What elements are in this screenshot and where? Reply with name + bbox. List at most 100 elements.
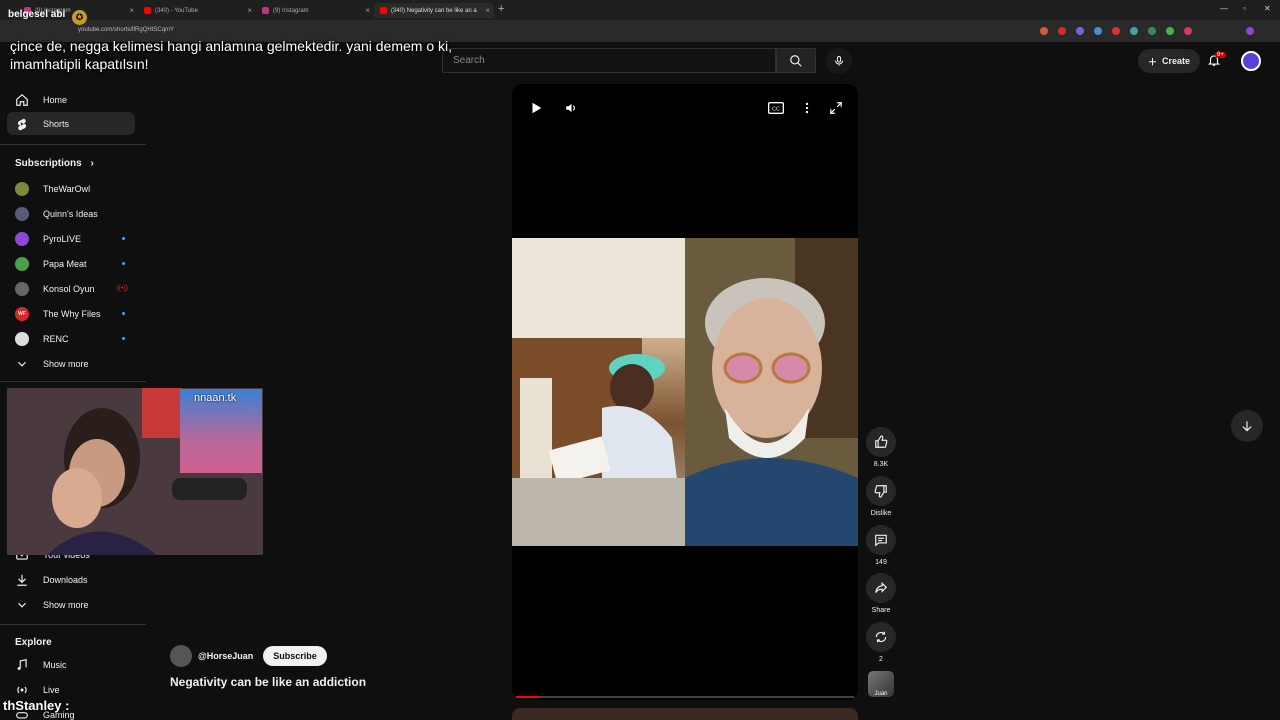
- video-frame-right: [685, 238, 858, 546]
- close-icon[interactable]: ×: [485, 6, 490, 15]
- video-progress-bar[interactable]: [516, 696, 854, 698]
- sound-thumbnail[interactable]: Juan: [866, 671, 896, 697]
- subscribe-button[interactable]: Subscribe: [263, 646, 327, 666]
- sidebar-show-more[interactable]: Show more: [7, 593, 135, 616]
- channel-avatar[interactable]: [170, 645, 192, 667]
- browser-tab-strip: (9) Instagram × (340) - YouTube × (9) In…: [0, 0, 1280, 20]
- instagram-icon: [262, 7, 269, 14]
- minimize-button[interactable]: —: [1220, 4, 1228, 13]
- search-button[interactable]: [776, 48, 816, 73]
- thumbs-up-icon: [875, 435, 888, 448]
- close-icon[interactable]: ×: [365, 6, 370, 15]
- shorts-icon: [17, 118, 27, 130]
- webcam-inset-label: nnaan.tk: [194, 392, 237, 404]
- extension-icon[interactable]: [1058, 27, 1066, 35]
- sidebar-item-subscription[interactable]: TheWarOwl: [7, 177, 135, 200]
- extension-icon[interactable]: [1166, 27, 1174, 35]
- video-scene-left-image: [512, 238, 685, 546]
- extension-icon[interactable]: [1184, 27, 1192, 35]
- share-label: Share: [871, 607, 891, 614]
- badge-icon: ✪: [72, 10, 87, 25]
- plus-icon: ＋: [1148, 56, 1158, 67]
- maximize-button[interactable]: ▫: [1243, 4, 1246, 13]
- search-icon: [790, 54, 802, 67]
- more-vert-icon[interactable]: [800, 101, 814, 115]
- channel-avatar: [15, 331, 29, 346]
- sidebar-item-subscription[interactable]: Papa Meat: [7, 252, 135, 275]
- live-icon: [17, 686, 27, 693]
- sidebar-divider: [0, 144, 146, 145]
- search-input[interactable]: Search: [442, 48, 776, 73]
- profile-icon[interactable]: [1246, 27, 1254, 35]
- sidebar-item-music[interactable]: Music: [7, 653, 135, 676]
- extension-icon[interactable]: [1130, 27, 1138, 35]
- download-icon: [17, 574, 27, 586]
- sidebar-item-downloads[interactable]: Downloads: [7, 568, 135, 591]
- svg-text:CC: CC: [772, 107, 780, 113]
- close-icon[interactable]: ×: [129, 6, 134, 15]
- create-button[interactable]: ＋ Create: [1138, 49, 1201, 73]
- live-indicator-icon: ((•)): [116, 285, 128, 292]
- new-content-dot: [122, 262, 125, 265]
- sidebar-divider: [0, 381, 146, 382]
- comments-action[interactable]: 149: [866, 525, 896, 566]
- captions-icon[interactable]: CC: [768, 101, 784, 115]
- next-short-preview[interactable]: [512, 708, 858, 720]
- dislike-button[interactable]: [866, 476, 896, 506]
- remix-button[interactable]: [866, 622, 896, 652]
- extension-icon[interactable]: [1040, 27, 1048, 35]
- sidebar-item-subscription[interactable]: PyroLIVE: [7, 227, 135, 250]
- remix-count: 2: [879, 656, 883, 663]
- sidebar-show-more[interactable]: Show more: [7, 352, 135, 375]
- short-title[interactable]: Negativity can be like an addiction: [170, 675, 366, 689]
- like-button[interactable]: [866, 427, 896, 457]
- chevron-down-icon: [18, 361, 26, 367]
- extension-icon[interactable]: [1148, 27, 1156, 35]
- explore-heading: Explore: [15, 637, 52, 648]
- fullscreen-icon[interactable]: [829, 101, 843, 115]
- browser-tab[interactable]: (340) - YouTube ×: [138, 3, 256, 18]
- channel-avatar: [15, 231, 29, 246]
- sidebar-item-shorts[interactable]: Shorts: [7, 112, 135, 135]
- sidebar-item-home[interactable]: Home: [7, 88, 135, 111]
- next-video-button[interactable]: [1231, 410, 1263, 442]
- new-content-dot: [122, 337, 125, 340]
- like-action[interactable]: 8.3K: [866, 427, 896, 468]
- audio-thumbnail[interactable]: Juan: [868, 671, 894, 697]
- new-content-dot: [122, 237, 125, 240]
- new-content-dot: [122, 312, 125, 315]
- play-icon[interactable]: [529, 101, 543, 115]
- microphone-icon: [835, 56, 843, 66]
- close-icon[interactable]: ×: [247, 6, 252, 15]
- shorts-player[interactable]: CC: [512, 84, 858, 700]
- remix-action[interactable]: 2: [866, 622, 896, 663]
- browser-tab[interactable]: (9) Instagram ×: [256, 3, 374, 18]
- browser-tab-active[interactable]: (340) Negativity can be like an a ×: [374, 3, 494, 18]
- sidebar-item-subscription[interactable]: Quinn's Ideas: [7, 202, 135, 225]
- share-button[interactable]: [866, 573, 896, 603]
- channel-avatar: [15, 256, 29, 271]
- channel-avatar: [15, 206, 29, 221]
- dislike-action[interactable]: Dislike: [866, 476, 896, 517]
- extension-icon[interactable]: [1112, 27, 1120, 35]
- extension-icon[interactable]: [1076, 27, 1084, 35]
- channel-avatar: [15, 181, 29, 196]
- share-action[interactable]: Share: [866, 573, 896, 614]
- comments-button[interactable]: [866, 525, 896, 555]
- stream-chat-message: çince de, negga kelimesi hangi anlamına …: [10, 38, 453, 72]
- sidebar-item-subscription[interactable]: RENC: [7, 327, 135, 350]
- close-window-button[interactable]: ✕: [1264, 4, 1271, 13]
- url-text[interactable]: youtube.com/shorts/lfRgQHtSCqmY: [78, 27, 174, 33]
- sidebar-item-subscription[interactable]: Konsol Oyun ((•)): [7, 277, 135, 300]
- extension-icon[interactable]: [1094, 27, 1102, 35]
- video-frame-left: [512, 238, 685, 546]
- voice-search-button[interactable]: [826, 48, 852, 74]
- subscriptions-heading[interactable]: Subscriptions ›: [15, 158, 94, 169]
- volume-icon[interactable]: [564, 101, 579, 115]
- sidebar-item-subscription[interactable]: WF The Why Files: [7, 302, 135, 325]
- account-avatar[interactable]: [1241, 51, 1261, 71]
- channel-name[interactable]: @HorseJuan: [198, 651, 253, 661]
- new-tab-button[interactable]: +: [498, 3, 504, 15]
- youtube-icon: [380, 7, 387, 14]
- comment-count: 149: [875, 559, 887, 566]
